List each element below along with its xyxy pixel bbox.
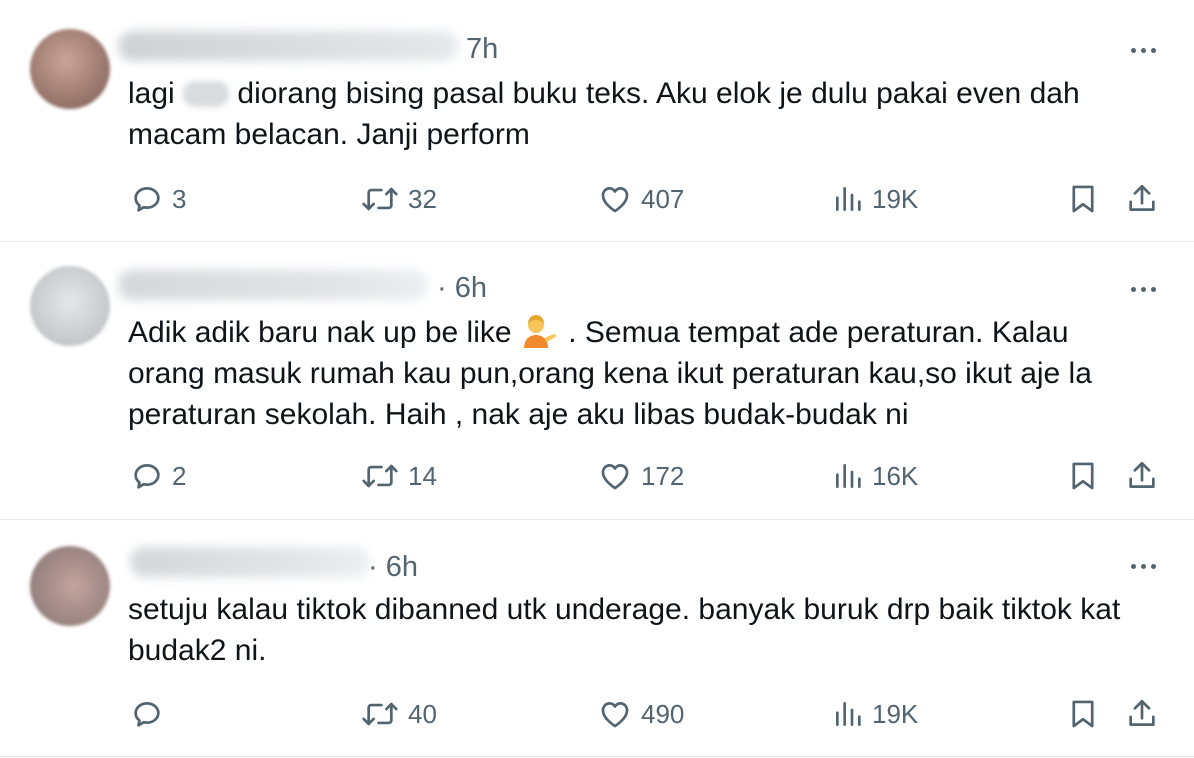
share-button[interactable] (1125, 456, 1159, 496)
reply-icon (134, 702, 160, 727)
post-actions: 2 14 172 16K (0, 456, 1194, 496)
share-icon (1129, 184, 1155, 211)
author-name-redacted[interactable] (118, 270, 428, 300)
bookmark-button[interactable] (1066, 456, 1100, 496)
repost-icon (362, 187, 398, 211)
share-icon (1129, 461, 1155, 488)
like-button[interactable]: 172 (597, 456, 684, 496)
views-button[interactable]: 19K (832, 179, 918, 219)
heart-icon (601, 464, 629, 490)
reply-feed: 7h lagi diorang bising pasal buku teks. … (0, 0, 1194, 758)
post-actions: 40 490 19K (0, 694, 1194, 734)
heart-icon (601, 702, 629, 728)
redacted-word (183, 81, 230, 107)
more-options-button[interactable] (1125, 40, 1161, 60)
reply-button[interactable] (130, 694, 172, 734)
bookmark-icon (1072, 185, 1094, 213)
author-name-redacted[interactable] (130, 547, 370, 577)
bookmark-icon (1072, 462, 1094, 490)
avatar[interactable] (30, 29, 110, 109)
bookmark-button[interactable] (1066, 179, 1100, 219)
repost-icon (362, 464, 398, 488)
repost-button[interactable]: 40 (360, 694, 437, 734)
post-timestamp[interactable]: · 6h (437, 272, 487, 305)
more-options-button[interactable] (1125, 279, 1161, 299)
post-text: lagi diorang bising pasal buku teks. Aku… (128, 77, 1080, 151)
views-icon (836, 187, 861, 211)
share-button[interactable] (1125, 179, 1159, 219)
more-icon (1130, 563, 1136, 569)
views-button[interactable]: 16K (832, 456, 918, 496)
reply-button[interactable]: 2 (130, 456, 186, 496)
post-text: Adik adik baru nak up be like . Semua te… (128, 315, 1092, 431)
reply-icon (134, 187, 160, 212)
repost-button[interactable]: 32 (360, 179, 437, 219)
divider (0, 756, 1194, 757)
like-button[interactable]: 490 (597, 694, 684, 734)
more-options-button[interactable] (1125, 556, 1161, 576)
avatar[interactable] (30, 546, 110, 626)
like-button[interactable]: 407 (597, 179, 684, 219)
heart-icon (601, 187, 629, 213)
avatar[interactable] (30, 266, 110, 346)
bookmark-icon (1072, 700, 1094, 728)
person-tipping-hand-emoji (523, 315, 557, 348)
post-text: setuju kalau tiktok dibanned utk underag… (128, 593, 1121, 667)
views-button[interactable]: 19K (832, 694, 918, 734)
post-timestamp[interactable]: 7h (466, 33, 498, 66)
views-icon (836, 702, 861, 726)
more-icon (1130, 47, 1136, 53)
author-name-redacted[interactable] (118, 31, 458, 61)
more-icon (1130, 286, 1136, 292)
views-icon (836, 464, 861, 488)
reply-button[interactable]: 3 (130, 179, 186, 219)
reply-icon (134, 464, 160, 489)
share-icon (1129, 699, 1155, 726)
post-1[interactable]: 7h lagi diorang bising pasal buku teks. … (0, 0, 1194, 240)
bookmark-button[interactable] (1066, 694, 1100, 734)
post-timestamp[interactable]: · 6h (368, 551, 418, 584)
repost-icon (362, 702, 398, 726)
share-button[interactable] (1125, 694, 1159, 734)
post-2[interactable]: · 6h Adik adik baru nak up be like . Sem… (0, 242, 1194, 518)
post-3[interactable]: · 6h setuju kalau tiktok dibanned utk un… (0, 520, 1194, 758)
repost-button[interactable]: 14 (360, 456, 437, 496)
post-actions: 3 32 407 19K (0, 179, 1194, 219)
